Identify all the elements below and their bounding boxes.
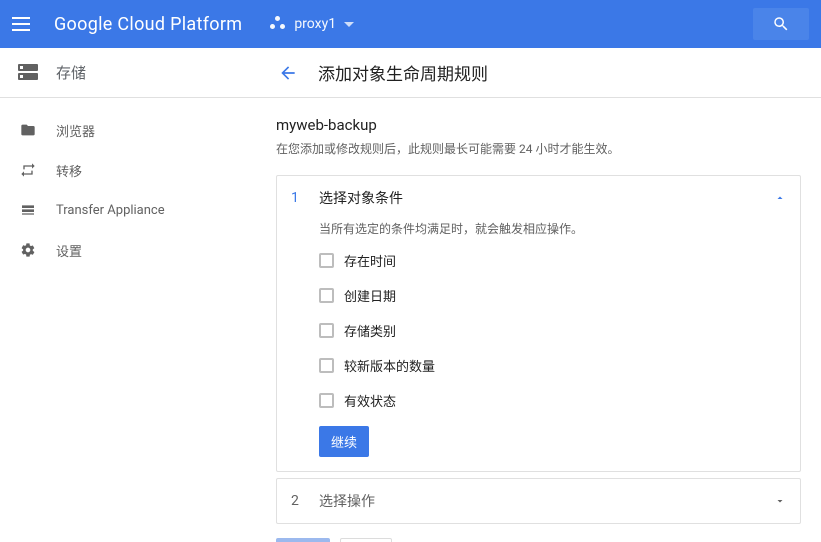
step-1-body: 当所有选定的条件均满足时，就会触发相应操作。 存在时间 创建日期 存储类别 较新…: [277, 220, 800, 471]
continue-button[interactable]: 继续: [319, 426, 369, 457]
sidebar-title: 存储: [56, 62, 86, 83]
checkbox[interactable]: [319, 393, 334, 408]
condition-label: 较新版本的数量: [344, 356, 435, 375]
top-bar: Google Cloud Platform proxy1: [0, 0, 821, 48]
save-button[interactable]: 保存: [276, 538, 330, 542]
storage-icon: [18, 64, 38, 82]
cancel-button[interactable]: 取消: [340, 538, 392, 542]
condition-label: 创建日期: [344, 286, 396, 305]
step-2-header[interactable]: 2 选择操作: [277, 479, 800, 523]
step-1-header[interactable]: 1 选择对象条件: [277, 176, 800, 220]
chevron-down-icon: [344, 22, 354, 27]
chevron-down-icon: [774, 495, 786, 507]
step-number: 1: [291, 190, 305, 206]
condition-label: 存在时间: [344, 251, 396, 270]
back-button[interactable]: [276, 61, 300, 85]
sidebar-item-label: 转移: [56, 161, 82, 180]
sidebar-item-label: 浏览器: [56, 121, 95, 140]
sidebar-item-transfer[interactable]: 转移: [0, 150, 256, 190]
sidebar-item-settings[interactable]: 设置: [0, 230, 256, 270]
project-name: proxy1: [294, 16, 336, 32]
condition-row-age[interactable]: 存在时间: [319, 251, 786, 270]
brand-label: Google Cloud Platform: [54, 14, 242, 35]
arrow-left-icon: [278, 63, 298, 83]
condition-label: 存储类别: [344, 321, 396, 340]
chevron-up-icon: [774, 192, 786, 204]
step-1-card: 1 选择对象条件 当所有选定的条件均满足时，就会触发相应操作。 存在时间 创建日…: [276, 175, 801, 472]
footer-buttons: 保存 取消: [276, 538, 801, 542]
checkbox[interactable]: [319, 253, 334, 268]
search-icon: [772, 15, 790, 33]
gear-icon: [18, 242, 38, 258]
condition-row-live-state[interactable]: 有效状态: [319, 391, 786, 410]
bucket-name: myweb-backup: [276, 116, 801, 134]
step-2-card: 2 选择操作: [276, 478, 801, 524]
hamburger-menu-icon[interactable]: [12, 12, 36, 36]
step-label: 选择对象条件: [319, 188, 760, 208]
step-description: 当所有选定的条件均满足时，就会触发相应操作。: [319, 220, 786, 237]
step-number: 2: [291, 493, 305, 509]
sidebar-item-transfer-appliance[interactable]: Transfer Appliance: [0, 190, 256, 230]
step-label: 选择操作: [319, 491, 760, 511]
search-button[interactable]: [753, 8, 809, 40]
checkbox[interactable]: [319, 358, 334, 373]
transfer-icon: [18, 162, 38, 178]
sidebar-item-label: 设置: [56, 241, 82, 260]
sidebar-item-browser[interactable]: 浏览器: [0, 110, 256, 150]
condition-row-created[interactable]: 创建日期: [319, 286, 786, 305]
condition-row-newer-versions[interactable]: 较新版本的数量: [319, 356, 786, 375]
sidebar-header: 存储: [0, 48, 256, 98]
browser-icon: [18, 122, 38, 138]
sidebar: 存储 浏览器 转移 Transfer Appliance 设置: [0, 48, 256, 542]
page-title: 添加对象生命周期规则: [318, 60, 488, 85]
appliance-icon: [18, 202, 38, 218]
main-content: 添加对象生命周期规则 myweb-backup 在您添加或修改规则后，此规则最长…: [256, 48, 821, 542]
project-dots-icon: [270, 16, 286, 32]
helper-text: 在您添加或修改规则后，此规则最长可能需要 24 小时才能生效。: [276, 140, 801, 157]
sidebar-item-label: Transfer Appliance: [56, 203, 165, 218]
condition-row-storage-class[interactable]: 存储类别: [319, 321, 786, 340]
project-selector[interactable]: proxy1: [270, 16, 354, 32]
checkbox[interactable]: [319, 288, 334, 303]
condition-label: 有效状态: [344, 391, 396, 410]
main-header: 添加对象生命周期规则: [256, 48, 821, 98]
checkbox[interactable]: [319, 323, 334, 338]
